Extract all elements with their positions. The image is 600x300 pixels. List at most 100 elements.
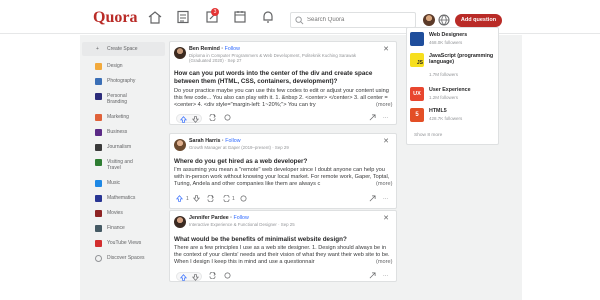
add-question-button[interactable]: Add question [455, 14, 502, 27]
comment-icon[interactable] [224, 114, 231, 123]
share-icon[interactable] [369, 114, 376, 123]
sidebar-item-label: Photography [107, 78, 136, 84]
downvote-icon[interactable] [192, 195, 201, 204]
profile-avatar[interactable] [423, 14, 435, 26]
question-title[interactable]: How can you put words into the center of… [174, 70, 394, 85]
sidebar-item-visiting-travel[interactable]: Visiting and Travel [82, 155, 165, 176]
space-item[interactable]: JS JavaScript (programming language) 1.7… [410, 53, 498, 77]
share-icon[interactable] [369, 272, 376, 281]
action-bar: ··· [176, 113, 391, 123]
javascript-logo-icon: JS [410, 53, 424, 67]
action-bar: 1 1 ··· [175, 194, 391, 204]
sidebar-item-create-space[interactable]: + Create Space [82, 42, 165, 56]
notification-badge: 3 [211, 8, 219, 16]
more-options-icon[interactable]: ··· [383, 272, 388, 281]
question-title[interactable]: What would be the benefits of minimalist… [174, 236, 394, 244]
travel-space-icon [95, 159, 102, 166]
spaces-sidebar: + Create Space Design Photography Person… [82, 42, 165, 266]
follow-link[interactable]: Follow [225, 46, 240, 52]
sidebar-item-label: Create Space [107, 46, 138, 52]
sidebar-item-business[interactable]: Business [82, 125, 165, 140]
search-input[interactable] [307, 15, 411, 25]
author-name[interactable]: Sarah Harris [189, 138, 221, 144]
space-followers: 1.2M followers [429, 95, 459, 100]
comment-icon[interactable] [224, 272, 231, 281]
answer-preview[interactable]: There are a few principles I use as a we… [174, 245, 394, 267]
home-icon[interactable] [147, 10, 163, 24]
upvote-count: 1 [186, 196, 189, 202]
more-link[interactable]: (more) [376, 102, 396, 109]
author-name[interactable]: Jennifer Pardee [189, 215, 229, 221]
sidebar-item-journalism[interactable]: Journalism [82, 140, 165, 155]
sidebar-item-discover-spaces[interactable]: Discover Spaces [82, 251, 165, 266]
question-title[interactable]: Where do you get hired as a web develope… [174, 158, 394, 166]
upvote-icon [180, 115, 187, 123]
sidebar-item-design[interactable]: Design [82, 59, 165, 74]
close-icon[interactable]: ✕ [383, 137, 389, 145]
feed-card: Jennifer Pardee · Follow Interactive Exp… [169, 210, 397, 282]
share-reshare-icon[interactable] [209, 113, 216, 123]
space-name[interactable]: Web Designers [429, 32, 497, 38]
downvote-icon[interactable] [192, 273, 199, 281]
youtube-space-icon [95, 240, 102, 247]
space-name[interactable]: JavaScript (programming language) [429, 53, 497, 65]
space-item[interactable]: 5 HTML5 428.7K followers [410, 108, 498, 122]
answer-preview[interactable]: Do your practice maybe you can use this … [174, 88, 394, 110]
sidebar-item-label: Finance [107, 225, 125, 231]
comment-bubble-icon[interactable] [240, 195, 247, 204]
upvote-button[interactable] [176, 272, 202, 281]
follow-link[interactable]: Follow [225, 138, 240, 144]
more-options-icon[interactable]: ··· [383, 195, 388, 204]
more-options-icon[interactable]: ··· [383, 114, 388, 123]
answer-preview[interactable]: I'm assuming you mean a "remote" web dev… [174, 167, 394, 189]
downvote-icon[interactable] [192, 115, 199, 123]
follow-link[interactable]: Follow [233, 215, 248, 221]
upvote-button[interactable] [176, 114, 202, 123]
author-avatar[interactable] [174, 47, 186, 59]
more-link[interactable]: (more) [376, 181, 396, 188]
more-link[interactable]: (more) [376, 259, 396, 266]
globe-icon[interactable] [438, 14, 450, 26]
share-icon[interactable] [369, 195, 376, 204]
top-header: Quora 3 Add question [0, 0, 600, 34]
space-name[interactable]: HTML5 [429, 108, 497, 114]
share-reshare-icon[interactable] [207, 194, 214, 204]
sidebar-item-label: Journalism [107, 144, 132, 150]
sidebar-item-label: Visiting and Travel [107, 159, 133, 171]
space-item[interactable]: Web Designers 468.0K followers [410, 32, 498, 46]
sidebar-item-finance[interactable]: Finance [82, 221, 165, 236]
bell-icon[interactable] [260, 10, 276, 24]
sidebar-item-music[interactable]: Music [82, 176, 165, 191]
answer-text: I'm assuming you mean a "remote" web dev… [174, 167, 390, 188]
feed-card: Sarah Harris · Follow Growth Manager at … [169, 133, 397, 209]
author-avatar[interactable] [174, 139, 186, 151]
close-icon[interactable]: ✕ [383, 214, 389, 222]
sidebar-item-personal-branding[interactable]: Personal Branding [82, 89, 165, 110]
sidebar-item-photography[interactable]: Photography [82, 74, 165, 89]
author-line: Sarah Harris · Follow [189, 138, 241, 144]
sidebar-item-mathematics[interactable]: Mathematics [82, 191, 165, 206]
author-avatar[interactable] [174, 216, 186, 228]
comment-icon[interactable] [223, 194, 230, 204]
web-designers-thumbnail [410, 32, 424, 46]
photography-space-icon [95, 78, 102, 85]
spaces-icon[interactable] [232, 10, 248, 24]
sidebar-item-youtube-views[interactable]: YouTube Views [82, 236, 165, 251]
plus-icon: + [96, 46, 99, 52]
space-name[interactable]: User Experience [429, 87, 497, 93]
marketing-space-icon [95, 114, 102, 121]
sidebar-item-label: Discover Spaces [107, 255, 145, 261]
search-box[interactable] [290, 12, 416, 28]
share-reshare-icon[interactable] [209, 271, 216, 281]
compass-icon [95, 255, 102, 262]
show-more-link[interactable]: Show 8 more [414, 133, 442, 138]
following-icon[interactable] [175, 10, 191, 24]
author-name[interactable]: Ben Remind [189, 46, 220, 52]
movies-space-icon [95, 210, 102, 217]
sidebar-item-marketing[interactable]: Marketing [82, 110, 165, 125]
quora-logo[interactable]: Quora [93, 9, 137, 27]
sidebar-item-movies[interactable]: Movies [82, 206, 165, 221]
close-icon[interactable]: ✕ [383, 45, 389, 53]
upvote-icon[interactable] [175, 195, 184, 204]
space-item[interactable]: UX User Experience 1.2M followers [410, 87, 498, 101]
